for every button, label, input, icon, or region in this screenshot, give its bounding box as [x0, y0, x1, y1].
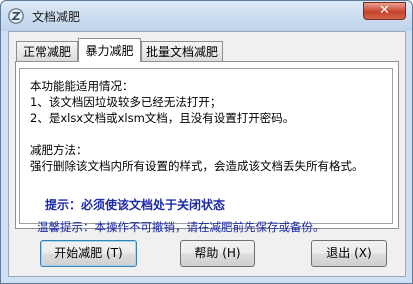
window-title: 文档减肥	[32, 10, 81, 24]
tab-force-slim[interactable]: 暴力减肥	[78, 38, 141, 62]
case-1-text: 1、该文档因垃圾较多已经无法打开；	[30, 95, 222, 109]
method-heading: 减肥方法：	[30, 143, 88, 157]
help-button[interactable]: 帮助 (H)	[180, 240, 255, 267]
case-2-text: 2、是xlsx文档或xlsm文档，且没有设置打开密码。	[30, 111, 295, 125]
undo-warning: 温馨提示：本操作不可撤销，请在减肥前先保存或备份。	[37, 220, 325, 234]
tab-panel: 本功能能适用情况： 1、该文档因垃圾较多已经无法打开； 2、是xlsx文档或xl…	[15, 61, 399, 229]
app-logo-icon	[8, 8, 24, 24]
close-document-hint: 提示：必须使该文档处于关闭状态	[45, 198, 226, 212]
dialog-body: 正常减肥 暴力减肥 批量文档减肥 本功能能适用情况： 1、该文档因垃圾较多已经无…	[8, 31, 406, 277]
method-text: 强行删除该文档内所有设置的样式，会造成该文档丢失所有格式。	[30, 159, 364, 173]
title-bar[interactable]: 文档减肥 ✕	[1, 1, 412, 31]
close-button[interactable]: ✕	[363, 2, 406, 20]
info-group: 本功能能适用情况： 1、该文档因垃圾较多已经无法打开； 2、是xlsx文档或xl…	[19, 68, 393, 224]
tab-normal-slim[interactable]: 正常减肥	[16, 41, 78, 61]
close-icon: ✕	[379, 3, 390, 18]
tab-batch-slim[interactable]: 批量文档减肥	[141, 41, 223, 61]
dialog-window: 文档减肥 ✕ 正常减肥 暴力减肥 批量文档减肥 本功能能适用情况： 1、该文档因…	[0, 0, 413, 284]
start-slim-button[interactable]: 开始减肥 (T)	[40, 240, 137, 267]
exit-button[interactable]: 退出 (X)	[311, 240, 387, 267]
applicable-heading: 本功能能适用情况：	[30, 79, 134, 93]
